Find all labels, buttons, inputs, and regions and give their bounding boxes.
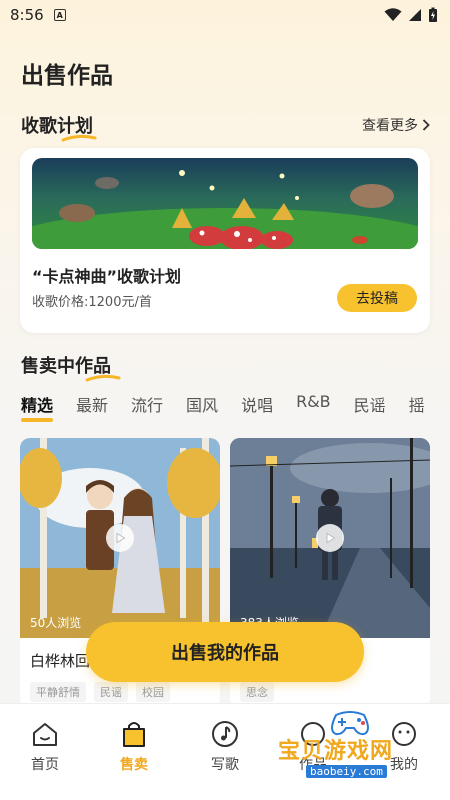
- work-title: 白桦林回: [30, 652, 91, 670]
- tabbar-label: 首页: [31, 757, 59, 773]
- signal-icon: [409, 9, 421, 21]
- tabbar-item-write[interactable]: 写歌: [195, 719, 255, 774]
- collect-plan-card[interactable]: “卡点神曲”收歌计划 收歌价格:1200元/首 去投稿: [20, 148, 430, 333]
- sell-my-works-button[interactable]: 出售我的作品: [86, 622, 364, 682]
- tabbar-label: 售卖: [120, 757, 148, 773]
- tabbar-item-home[interactable]: 首页: [15, 719, 75, 774]
- submit-button[interactable]: 去投稿: [337, 284, 417, 312]
- page-title: 出售作品: [21, 63, 113, 89]
- genre-tabs: 精选 最新 流行 国风 说唱 R&B 民谣 摇: [21, 392, 448, 422]
- tab-pop[interactable]: 流行: [131, 392, 163, 416]
- work-tags: 平静舒情 民谣 校园: [30, 682, 170, 702]
- notification-a-icon: A: [53, 9, 66, 21]
- work-tag: 民谣: [94, 682, 128, 702]
- work-tags: 思念: [240, 682, 274, 702]
- status-time: 8:56: [10, 6, 44, 24]
- work-tag: 思念: [240, 682, 274, 702]
- work-tag: 校园: [136, 682, 170, 702]
- collect-plan-title: “卡点神曲”收歌计划: [32, 267, 182, 286]
- shopping-bag-icon: [123, 722, 145, 747]
- collect-section-title: 收歌计划: [21, 112, 97, 142]
- status-icons: [384, 7, 438, 23]
- status-bar: 8:56 A: [0, 0, 450, 30]
- tab-latest[interactable]: 最新: [76, 392, 108, 416]
- tabbar-item-sell[interactable]: 售卖: [104, 719, 164, 774]
- watermark: 宝贝游戏网 baobeiy.com: [270, 705, 450, 785]
- collect-section-header: 收歌计划 查看更多: [21, 112, 430, 142]
- watermark-text: 宝贝游戏网: [278, 739, 394, 764]
- title-underline-decoration: [85, 374, 121, 382]
- collect-plan-banner: [32, 158, 418, 249]
- tabbar-label: 写歌: [211, 757, 239, 773]
- music-note-icon: [212, 721, 238, 747]
- collect-plan-price: 收歌价格:1200元/首: [32, 295, 152, 310]
- wifi-icon: [384, 8, 402, 21]
- selling-section-title: 售卖中作品: [21, 352, 121, 382]
- tab-rock[interactable]: 摇: [409, 392, 425, 416]
- play-icon[interactable]: [106, 524, 134, 552]
- tab-featured[interactable]: 精选: [21, 392, 54, 422]
- battery-icon: [429, 7, 437, 22]
- see-more-label: 查看更多: [362, 118, 418, 134]
- play-icon[interactable]: [316, 524, 344, 552]
- work-tag: 平静舒情: [30, 682, 86, 702]
- chevron-right-icon: [422, 119, 430, 131]
- tab-guofeng[interactable]: 国风: [186, 392, 218, 416]
- tab-folk[interactable]: 民谣: [354, 392, 386, 416]
- selling-section-header: 售卖中作品: [21, 352, 430, 382]
- tab-rnb[interactable]: R&B: [296, 392, 331, 416]
- tab-rap[interactable]: 说唱: [241, 392, 273, 416]
- watermark-url: baobeiy.com: [306, 765, 387, 778]
- view-count: 50人浏览: [30, 616, 82, 630]
- see-more-link[interactable]: 查看更多: [362, 115, 430, 135]
- home-icon: [33, 723, 57, 746]
- title-underline-decoration: [61, 134, 97, 142]
